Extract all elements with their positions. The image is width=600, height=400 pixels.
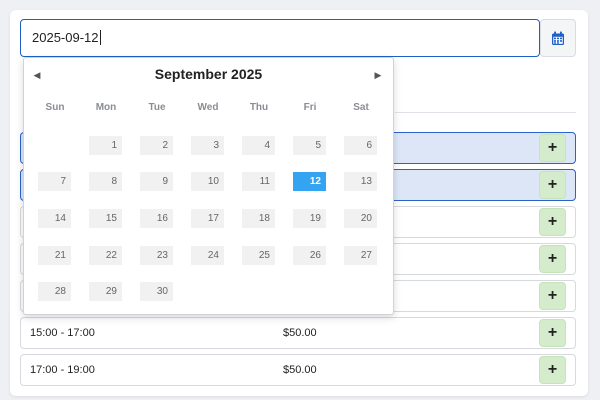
add-slot-button[interactable]: + <box>539 134 566 162</box>
day-cell[interactable]: 19 <box>293 209 326 228</box>
weekday-label: Thu <box>249 102 269 113</box>
time-slot-row[interactable]: 15:00 - 17:00 $50.00 + <box>20 317 576 349</box>
day-cell[interactable]: 5 <box>293 136 326 155</box>
day-cell[interactable]: 7 <box>38 172 71 191</box>
add-slot-button[interactable]: + <box>539 282 566 310</box>
day-cell[interactable]: 14 <box>38 209 71 228</box>
day-cell[interactable]: 15 <box>89 209 122 228</box>
weekday-label: Wed <box>197 102 219 113</box>
day-cell[interactable]: 23 <box>140 246 173 265</box>
day-cell[interactable]: 1 <box>89 136 122 155</box>
month-label: September 2025 <box>154 66 263 82</box>
day-cell[interactable]: 27 <box>344 246 377 265</box>
day-cell[interactable]: 18 <box>242 209 275 228</box>
text-caret <box>99 30 101 45</box>
day-cell[interactable]: 29 <box>89 282 122 301</box>
date-input-value: 2025-09-12 <box>32 30 99 45</box>
slot-time: 15:00 - 17:00 <box>30 327 95 339</box>
date-input[interactable]: 2025-09-12 <box>20 19 540 57</box>
time-slot-row[interactable]: 17:00 - 19:00 $50.00 + <box>20 354 576 386</box>
add-slot-button[interactable]: + <box>539 208 566 236</box>
calendar-button[interactable] <box>540 19 576 57</box>
weekday-label: Sat <box>353 102 369 113</box>
add-slot-button[interactable]: + <box>539 319 566 347</box>
day-cell[interactable]: 9 <box>140 172 173 191</box>
weekday-label: Tue <box>148 102 166 113</box>
next-month-button[interactable]: ▶ <box>370 67 386 83</box>
day-cell[interactable]: 3 <box>191 136 224 155</box>
weekday-label: Sun <box>45 102 65 113</box>
slot-price: $50.00 <box>283 364 317 376</box>
slot-price: $50.00 <box>283 327 317 339</box>
day-cell[interactable]: 6 <box>344 136 377 155</box>
day-cell[interactable]: 25 <box>242 246 275 265</box>
calendar-icon <box>552 31 564 45</box>
add-slot-button[interactable]: + <box>539 171 566 199</box>
day-cell[interactable]: 2 <box>140 136 173 155</box>
day-cell[interactable]: 30 <box>140 282 173 301</box>
day-cell[interactable]: 17 <box>191 209 224 228</box>
day-cell[interactable]: 21 <box>38 246 71 265</box>
weekday-label: Mon <box>95 102 117 113</box>
day-cell[interactable]: 10 <box>191 172 224 191</box>
day-cell[interactable]: 4 <box>242 136 275 155</box>
day-cell[interactable]: 28 <box>38 282 71 301</box>
day-cell[interactable]: 16 <box>140 209 173 228</box>
day-cell[interactable]: 11 <box>242 172 275 191</box>
day-cell[interactable]: 26 <box>293 246 326 265</box>
day-cell[interactable]: 20 <box>344 209 377 228</box>
day-cell[interactable]: 13 <box>344 172 377 191</box>
day-cell[interactable]: 24 <box>191 246 224 265</box>
day-cell[interactable]: 8 <box>89 172 122 191</box>
triangle-right-icon: ▶ <box>374 70 382 80</box>
slot-time: 17:00 - 19:00 <box>30 364 95 376</box>
divider <box>395 112 576 113</box>
selected-day[interactable]: 12 <box>293 172 326 191</box>
add-slot-button[interactable]: + <box>539 356 566 384</box>
day-cell[interactable]: 22 <box>89 246 122 265</box>
datepicker-popup: ◀ September 2025 ▶ Sun Mon Tue Wed Thu Fri Sat… <box>23 57 394 315</box>
add-slot-button[interactable]: + <box>539 245 566 273</box>
weekday-label: Fri <box>303 102 317 113</box>
